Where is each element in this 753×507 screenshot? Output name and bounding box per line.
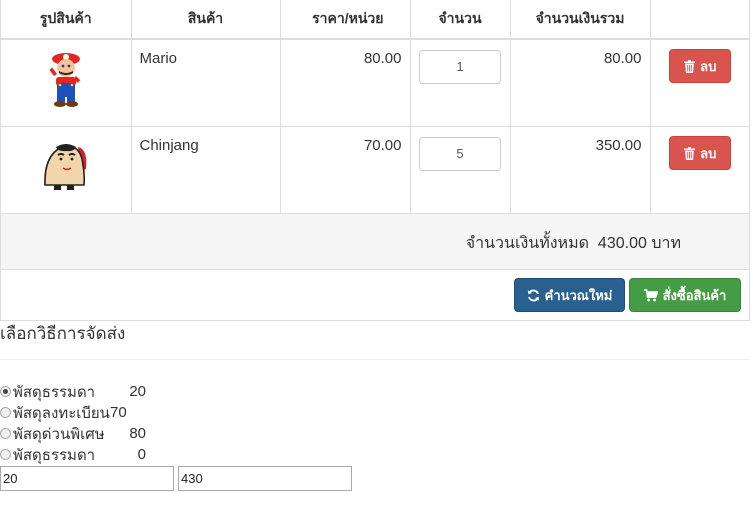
chinjang-image [43, 144, 87, 190]
total-label: จำนวนเงินทั้งหมด [465, 235, 590, 252]
header-image: รูปสินค้า [1, 0, 132, 40]
trash-icon [684, 59, 696, 73]
table-row: Chinjang 70.00 5 350.00 ลบ [1, 126, 750, 213]
shipping-title: เลือกวิธีการจัดส่ง [0, 324, 126, 343]
refresh-icon [527, 289, 539, 301]
unit-price: 70.00 [280, 126, 411, 213]
shipping-cost-field[interactable]: 20 [0, 466, 174, 491]
table-row: Mario 80.00 1 80.00 ลบ [1, 38, 750, 127]
actions-row: คำนวณใหม่ สั่งซื้อสินค้า [1, 269, 749, 320]
product-image-cell [1, 126, 132, 213]
delete-button[interactable]: ลบ [669, 136, 732, 170]
subtotal: 350.00 [510, 126, 651, 213]
mario-image [43, 53, 86, 107]
quantity-cell: 1 [410, 38, 511, 127]
delete-label: ลบ [700, 58, 717, 74]
shipping-option-label: พัสดุธรรมดา [13, 446, 96, 464]
shipping-fields: 20 430 [0, 466, 352, 491]
total-unit: บาท [651, 235, 681, 252]
cart-table: รูปสินค้า สินค้า ราคา/หน่วย จำนวน จำนวนเ… [1, 0, 750, 213]
shipping-option[interactable]: พัสดุธรรมดา 20 [0, 381, 146, 402]
quantity-input[interactable]: 1 [419, 50, 501, 84]
shipping-option-price: 20 [129, 383, 146, 400]
shipping-options: พัสดุธรรมดา 20 พัสดุลงทะเบียน 70 พัสดุด่… [0, 381, 146, 465]
radio-button[interactable] [0, 449, 11, 460]
radio-button[interactable] [0, 428, 11, 439]
total-amount: 430.00 [597, 235, 647, 252]
shipping-option[interactable]: พัสดุด่วนพิเศษ 80 [0, 423, 146, 444]
header-subtotal: จำนวนเงินรวม [510, 0, 651, 40]
shipping-option-price: 80 [129, 425, 146, 442]
total-row: จำนวนเงินทั้งหมด 430.00 บาท [1, 213, 749, 269]
radio-button[interactable] [0, 386, 11, 397]
quantity-input[interactable]: 5 [419, 137, 501, 171]
actions-cell: ลบ [650, 126, 750, 213]
subtotal: 80.00 [510, 38, 651, 127]
header-actions [650, 0, 750, 40]
recalculate-label: คำนวณใหม่ [544, 287, 613, 303]
product-image-cell [1, 38, 132, 127]
recalculate-button[interactable]: คำนวณใหม่ [514, 278, 625, 312]
shipping-option[interactable]: พัสดุธรรมดา 0 [0, 444, 146, 465]
total-summary: จำนวนเงินทั้งหมด 430.00 บาท [466, 231, 681, 256]
delete-label: ลบ [700, 145, 717, 161]
header-unit-price: ราคา/หน่วย [280, 0, 411, 40]
shipping-option[interactable]: พัสดุลงทะเบียน 70 [0, 402, 146, 423]
shipping-option-price: 70 [110, 404, 127, 421]
header-quantity: จำนวน [410, 0, 511, 40]
quantity-cell: 5 [410, 126, 511, 213]
action-buttons: คำนวณใหม่ สั่งซื้อสินค้า [514, 278, 741, 312]
order-button[interactable]: สั่งซื้อสินค้า [629, 278, 741, 312]
trash-icon [684, 146, 696, 160]
grand-total-field[interactable]: 430 [178, 466, 352, 491]
divider [0, 359, 750, 360]
product-name: Mario [131, 38, 281, 127]
table-header-row: รูปสินค้า สินค้า ราคา/หน่วย จำนวน จำนวนเ… [1, 0, 750, 40]
shopping-cart-icon [643, 288, 658, 301]
header-product: สินค้า [131, 0, 281, 40]
cart-panel: รูปสินค้า สินค้า ราคา/หน่วย จำนวน จำนวนเ… [0, 0, 750, 321]
actions-cell: ลบ [650, 38, 750, 127]
unit-price: 80.00 [280, 38, 411, 127]
delete-button[interactable]: ลบ [669, 49, 732, 83]
shipping-option-price: 0 [137, 446, 146, 463]
product-name: Chinjang [131, 126, 281, 213]
order-label: สั่งซื้อสินค้า [662, 287, 727, 303]
radio-button[interactable] [0, 407, 11, 418]
